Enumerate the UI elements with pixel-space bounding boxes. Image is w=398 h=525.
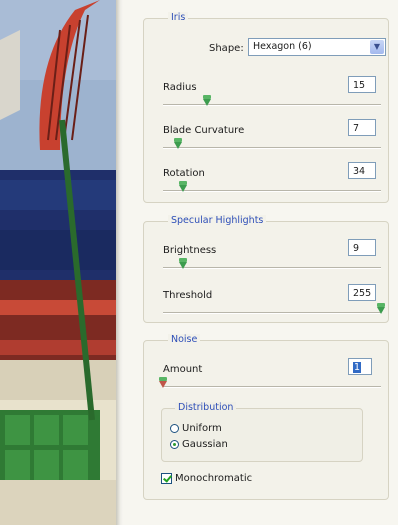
preview-image — [0, 0, 116, 525]
gaussian-label: Gaussian — [182, 439, 228, 450]
distribution-title: Distribution — [175, 402, 237, 413]
gaussian-radio[interactable] — [170, 440, 179, 449]
shape-select-value: Hexagon (6) — [253, 41, 312, 52]
specular-highlights-title: Specular Highlights — [168, 215, 267, 226]
iris-group-title: Iris — [168, 12, 189, 23]
rotation-slider-track[interactable] — [163, 190, 381, 192]
rotation-slider-thumb[interactable] — [178, 181, 187, 192]
rotation-field[interactable]: 34 — [348, 162, 376, 179]
amount-slider-track[interactable] — [163, 386, 381, 388]
shape-label: Shape: — [209, 43, 244, 54]
chevron-down-icon[interactable]: ▼ — [370, 40, 384, 54]
uniform-radio-row[interactable]: Uniform — [170, 423, 222, 434]
uniform-radio[interactable] — [170, 424, 179, 433]
blade-curvature-field[interactable]: 7 — [348, 119, 376, 136]
panel-divider — [116, 0, 123, 525]
uniform-label: Uniform — [182, 423, 222, 434]
noise-group-title: Noise — [168, 334, 201, 345]
specular-highlights-group — [143, 221, 389, 323]
brightness-slider-thumb[interactable] — [178, 258, 187, 269]
amount-field[interactable]: 1 — [348, 358, 372, 375]
radius-slider-track[interactable] — [163, 104, 381, 106]
threshold-field[interactable]: 255 — [348, 284, 376, 301]
amount-label: Amount — [163, 364, 203, 375]
threshold-slider-thumb[interactable] — [377, 303, 385, 314]
radius-label: Radius — [163, 82, 197, 93]
brightness-slider-track[interactable] — [163, 267, 381, 269]
blade-curvature-label: Blade Curvature — [163, 125, 245, 136]
blade-curvature-slider-track[interactable] — [163, 147, 381, 149]
blade-curvature-slider-thumb[interactable] — [174, 138, 183, 149]
threshold-slider-track[interactable] — [163, 312, 381, 314]
brightness-field[interactable]: 9 — [348, 239, 376, 256]
settings-panel: Iris Shape: Hexagon (6) ▼ Radius 15 Blad… — [123, 0, 398, 525]
monochromatic-checkbox[interactable] — [161, 473, 172, 484]
monochromatic-label: Monochromatic — [175, 473, 253, 484]
threshold-label: Threshold — [163, 290, 213, 301]
gaussian-radio-row[interactable]: Gaussian — [170, 439, 228, 450]
radius-field[interactable]: 15 — [348, 76, 376, 93]
rotation-label: Rotation — [163, 168, 205, 179]
amount-slider-thumb[interactable] — [159, 377, 167, 388]
brightness-label: Brightness — [163, 245, 217, 256]
shape-select[interactable]: Hexagon (6) ▼ — [248, 38, 386, 56]
radius-slider-thumb[interactable] — [202, 95, 211, 106]
monochromatic-row[interactable]: Monochromatic — [161, 473, 252, 484]
distribution-group — [161, 408, 363, 462]
photo-preview — [0, 0, 116, 525]
